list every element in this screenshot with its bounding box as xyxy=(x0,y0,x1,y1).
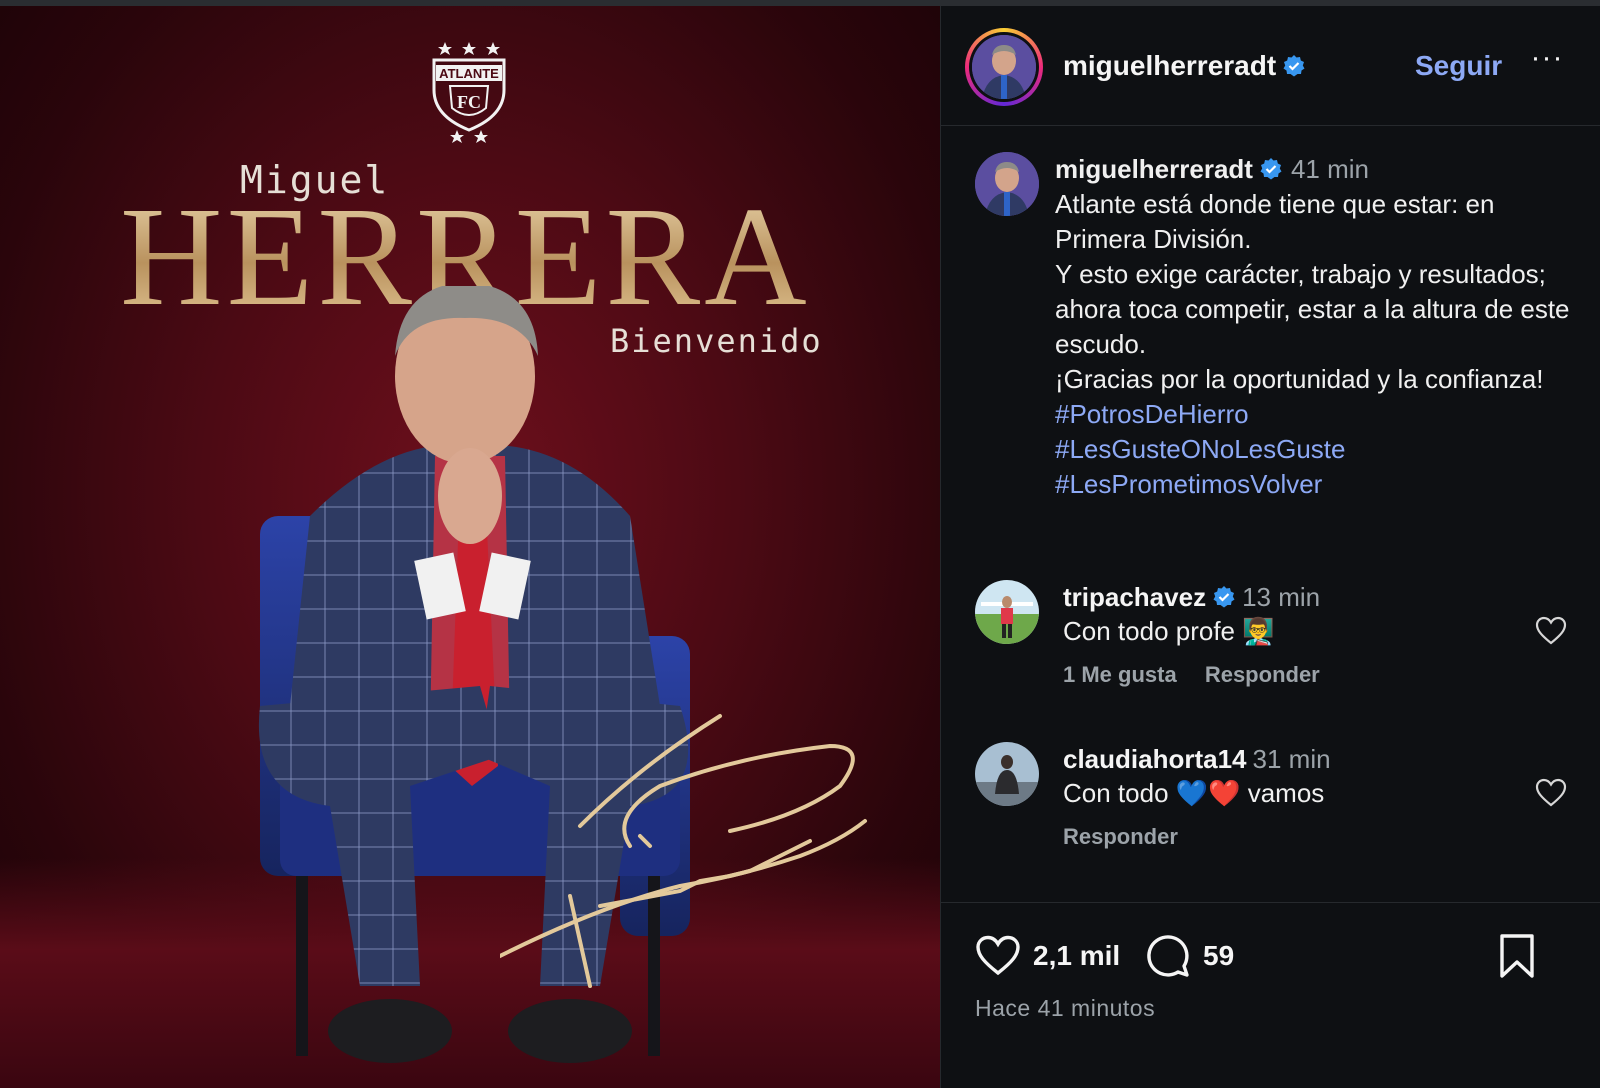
post-header: miguelherreradt Seguir ··· xyxy=(941,6,1600,126)
bookmark-icon[interactable] xyxy=(1497,933,1537,979)
more-options-icon[interactable]: ··· xyxy=(1525,43,1569,80)
comment-text: Con todo 💙❤️ vamos xyxy=(1063,778,1325,808)
verified-badge-icon xyxy=(1260,158,1282,180)
heart-icon xyxy=(976,935,1020,976)
verified-badge-icon xyxy=(1283,55,1305,77)
caption-line: Y esto exige carácter, trabajo y resulta… xyxy=(1055,259,1570,359)
comment-text: Con todo profe 👨‍🏫 xyxy=(1063,616,1275,646)
likes-count: 2,1 mil xyxy=(1033,940,1121,971)
comment-reply-button[interactable]: Responder xyxy=(1205,662,1320,687)
caption-username[interactable]: miguelherreradt xyxy=(1055,154,1253,184)
caption-author-avatar[interactable] xyxy=(975,152,1039,216)
comment-time: 13 min xyxy=(1242,582,1321,612)
follow-button[interactable]: Seguir xyxy=(1415,50,1502,82)
caption-time: 41 min xyxy=(1290,154,1369,184)
post-image[interactable]: ATLANTE FC Miguel HERRERA Bienvenido xyxy=(0,6,940,1088)
author-avatar-story-ring[interactable] xyxy=(965,28,1043,106)
comment-like-heart-icon[interactable] xyxy=(1535,778,1567,808)
comment-icon xyxy=(1147,935,1189,977)
comment-like-heart-icon[interactable] xyxy=(1535,616,1567,646)
hashtag-link[interactable]: #LesGusteONoLesGuste xyxy=(1055,432,1575,467)
like-action[interactable]: 2,1 mil xyxy=(975,933,1120,979)
commenter-username[interactable]: claudiahorta14 xyxy=(1063,744,1247,774)
post-caption: miguelherreradt 41 min Atlante está donde… xyxy=(1055,152,1575,502)
signature-graphic xyxy=(500,714,867,988)
caption-line: Atlante está donde tiene que estar: en P… xyxy=(1055,189,1495,254)
hashtag-link[interactable]: #LesPrometimosVolver xyxy=(1055,467,1575,502)
comments-count: 59 xyxy=(1203,940,1235,971)
commenter-username[interactable]: tripachavez xyxy=(1063,582,1206,612)
svg-text:ATLANTE: ATLANTE xyxy=(439,66,499,81)
commenter-avatar[interactable] xyxy=(975,742,1039,806)
svg-text:FC: FC xyxy=(457,92,481,112)
comment-reply-button[interactable]: Responder xyxy=(1063,824,1178,849)
caption-line: ¡Gracias por la oportunidad y la confian… xyxy=(1055,364,1544,394)
comment-action[interactable]: 59 xyxy=(1145,933,1234,979)
image-subtitle: Bienvenido xyxy=(610,322,823,360)
post-time-ago: Hace 41 minutos xyxy=(975,995,1156,1021)
author-username[interactable]: miguelherreradt xyxy=(1063,50,1306,82)
author-avatar xyxy=(972,35,1036,99)
comment-likes-link[interactable]: 1 Me gusta xyxy=(1063,662,1177,687)
atlante-crest-logo: ATLANTE FC xyxy=(432,42,506,143)
verified-badge-icon xyxy=(1213,586,1235,608)
hashtag-link[interactable]: #PotrosDeHierro xyxy=(1055,397,1575,432)
post-actions-footer: 2,1 mil 59 Hace 41 minutos xyxy=(941,902,1600,1088)
comment-time: 31 min xyxy=(1252,744,1331,774)
post-details-panel: miguelherreradt Seguir ··· miguelherrera… xyxy=(940,6,1600,1088)
commenter-avatar[interactable] xyxy=(975,580,1039,644)
